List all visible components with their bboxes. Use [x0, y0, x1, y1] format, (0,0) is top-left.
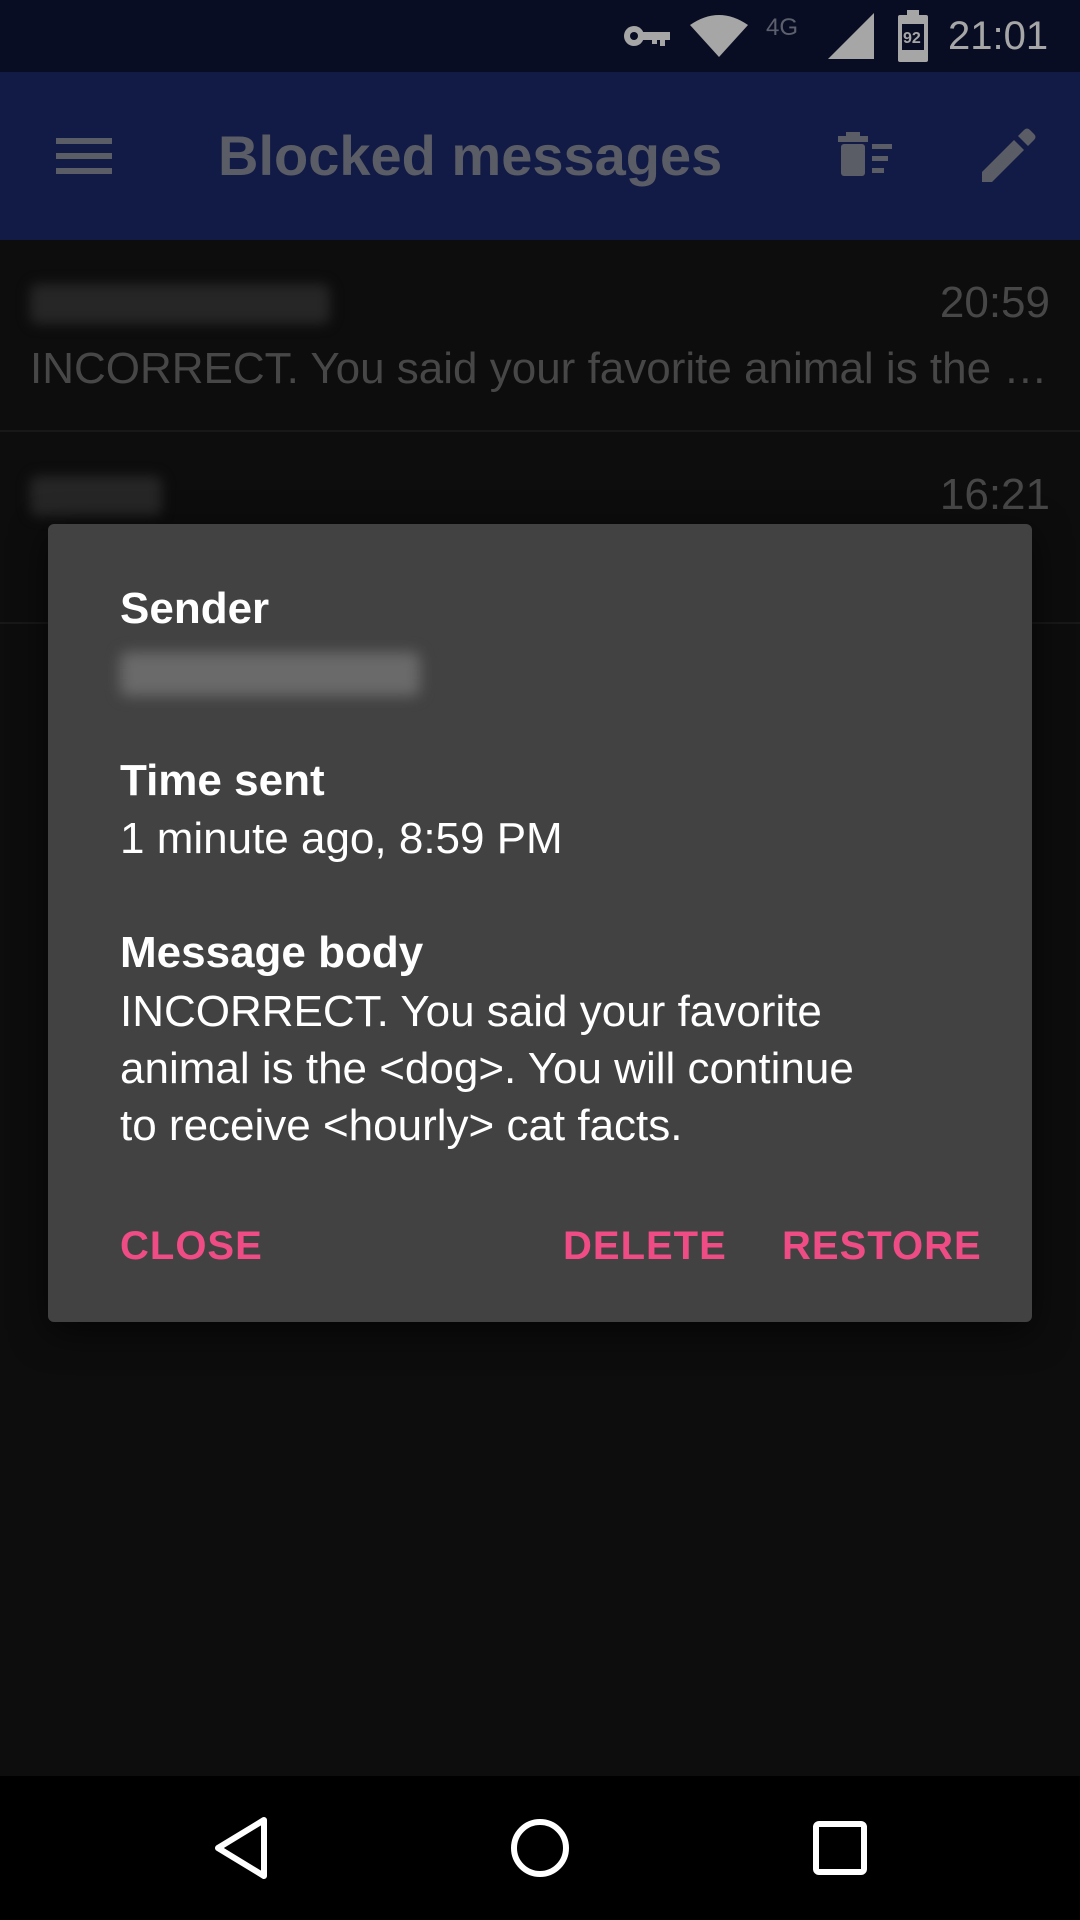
message-body-line: animal is the <dog>. You will continue — [120, 1044, 854, 1093]
message-body-line: INCORRECT. You said your favorite — [120, 987, 822, 1036]
back-icon[interactable] — [204, 1810, 280, 1886]
navigation-bar — [0, 1776, 1080, 1920]
sender-value-redacted — [120, 652, 420, 696]
message-body-line: to receive <hourly> cat facts. — [120, 1101, 683, 1150]
message-body-text: INCORRECT. You said your favorite animal… — [120, 983, 950, 1154]
close-button[interactable]: CLOSE — [120, 1216, 263, 1276]
screen: 4G 92 21:01 Blocked messages 20:59 INCOR… — [0, 0, 1080, 1920]
home-icon[interactable] — [502, 1810, 578, 1886]
delete-button[interactable]: DELETE — [563, 1216, 727, 1276]
message-details-dialog: Sender Time sent 1 minute ago, 8:59 PM M… — [48, 524, 1032, 1322]
time-sent-label: Time sent — [120, 756, 325, 805]
time-sent-value: 1 minute ago, 8:59 PM — [120, 814, 563, 863]
message-body-label: Message body — [120, 928, 424, 977]
restore-button[interactable]: RESTORE — [782, 1216, 982, 1276]
recents-icon[interactable] — [802, 1810, 878, 1886]
sender-label: Sender — [120, 584, 270, 633]
